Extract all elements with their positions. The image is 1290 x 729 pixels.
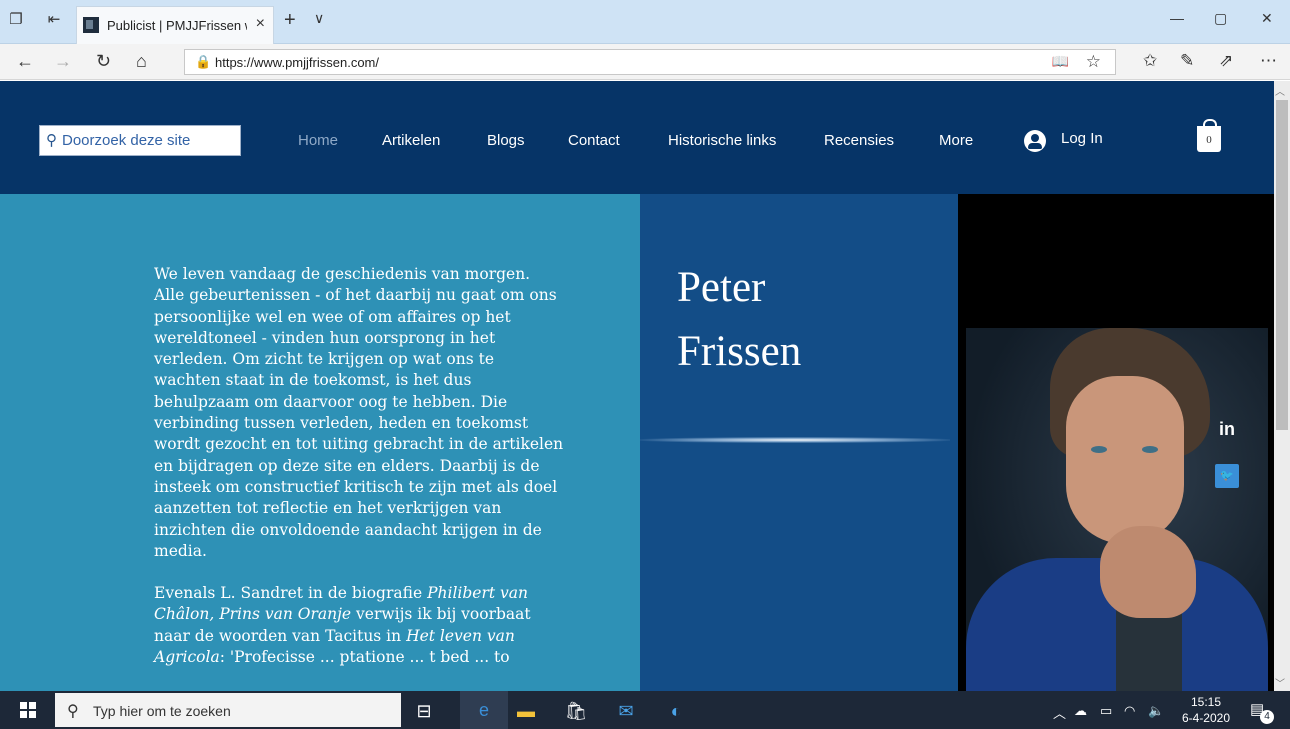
search-placeholder: Doorzoek deze site — [62, 132, 191, 149]
refresh-icon[interactable]: ↻ — [96, 51, 111, 72]
home-icon[interactable]: ⌂ — [136, 51, 147, 72]
tab-list-chevron-icon[interactable]: ∨ — [314, 10, 324, 27]
more-menu-icon[interactable]: ⋯ — [1260, 51, 1277, 71]
app-icon[interactable]: ◐ — [664, 700, 688, 722]
task-view-icon[interactable]: ⊟ — [412, 700, 436, 722]
nav-blogs[interactable]: Blogs — [487, 132, 525, 149]
pen-icon[interactable]: ✎ — [1180, 51, 1194, 71]
nav-home[interactable]: Home — [298, 132, 338, 149]
windows-taskbar: ⚲ Typ hier om te zoeken ⊟ e ▬ 🛍 ✉ ◐ ︿ ☁ … — [0, 691, 1290, 729]
nav-historische-links[interactable]: Historische links — [668, 132, 776, 149]
start-windows-icon[interactable] — [20, 702, 36, 718]
login-link[interactable]: Log In — [1061, 130, 1103, 147]
nav-recensies[interactable]: Recensies — [824, 132, 894, 149]
photo-panel: in 🐦 — [958, 194, 1274, 691]
lock-icon: 🔒 — [195, 54, 212, 69]
mail-icon[interactable]: ✉ — [614, 700, 638, 722]
tray-expand-icon[interactable]: ︿ — [1053, 703, 1066, 722]
twitter-icon[interactable]: 🐦 — [1215, 464, 1239, 488]
taskbar-search-placeholder: Typ hier om te zoeken — [93, 703, 231, 719]
site-search-input[interactable]: ⚲ Doorzoek deze site — [39, 125, 241, 156]
browser-tab-bar: ❐ ⇤ Publicist | PMJJFrissen w × + ∨ — ▢ … — [0, 0, 1290, 44]
close-window-icon[interactable]: ✕ — [1261, 10, 1273, 27]
restore-icon[interactable]: ▢ — [1214, 10, 1227, 27]
url-field[interactable]: 🔒 https://www.pmjjfrissen.com/ 📖 ☆ — [184, 49, 1116, 75]
notification-count: 4 — [1260, 710, 1274, 724]
scroll-up-icon[interactable]: ︿ — [1275, 83, 1285, 98]
taskbar-search-input[interactable]: ⚲ Typ hier om te zoeken — [55, 693, 401, 727]
edge-browser-icon[interactable]: e — [460, 691, 508, 729]
favorites-list-icon[interactable]: ✩ — [1143, 51, 1157, 71]
tab-aside-icon[interactable]: ⇤ — [44, 10, 64, 30]
volume-icon[interactable]: 🔈 — [1148, 703, 1164, 719]
favorite-star-icon[interactable]: ☆ — [1086, 52, 1101, 72]
intro-paragraph: We leven vandaag de geschiedenis van mor… — [154, 265, 564, 560]
store-icon[interactable]: 🛍 — [564, 700, 588, 722]
name-panel: Peter Frissen — [640, 194, 958, 691]
back-arrow-icon[interactable]: ← — [16, 51, 34, 72]
linkedin-icon[interactable]: in — [1215, 417, 1239, 441]
tab-title: Publicist | PMJJFrissen w — [107, 18, 247, 33]
clock[interactable]: 15:15 6-4-2020 — [1176, 694, 1236, 726]
website: ⚲ Doorzoek deze site Home Artikelen Blog… — [0, 81, 1274, 691]
author-name: Peter Frissen — [677, 264, 802, 375]
wifi-icon[interactable]: ◠ — [1124, 703, 1135, 719]
nav-artikelen[interactable]: Artikelen — [382, 132, 440, 149]
site-favicon-icon — [83, 17, 99, 33]
screen: ❐ ⇤ Publicist | PMJJFrissen w × + ∨ — ▢ … — [0, 0, 1290, 729]
divider-glow — [640, 437, 950, 443]
battery-icon[interactable]: ▭ — [1100, 703, 1112, 719]
intro-text: We leven vandaag de geschiedenis van mor… — [154, 264, 564, 689]
share-icon[interactable]: ⇗ — [1219, 51, 1233, 71]
tab-actions-icon[interactable]: ❐ — [6, 10, 26, 30]
search-icon: ⚲ — [46, 132, 57, 149]
reading-view-icon[interactable]: 📖 — [1052, 53, 1069, 70]
cart-count: 0 — [1206, 134, 1212, 146]
browser-tab[interactable]: Publicist | PMJJFrissen w × — [76, 6, 274, 44]
scroll-down-icon[interactable]: ﹀ — [1275, 675, 1285, 690]
new-tab-icon[interactable]: + — [284, 9, 296, 32]
cart-icon[interactable]: 0 — [1197, 119, 1221, 152]
nav-contact[interactable]: Contact — [568, 132, 620, 149]
file-explorer-icon[interactable]: ▬ — [514, 700, 538, 722]
site-header: ⚲ Doorzoek deze site Home Artikelen Blog… — [0, 81, 1274, 194]
minimize-icon[interactable]: — — [1170, 10, 1184, 26]
quote-paragraph: Evenals L. Sandret in de biografie Phili… — [154, 584, 531, 667]
author-photo — [966, 328, 1268, 691]
url-text: https://www.pmjjfrissen.com/ — [215, 55, 379, 70]
onedrive-icon[interactable]: ☁ — [1074, 703, 1087, 719]
scrollbar-thumb[interactable] — [1276, 100, 1288, 430]
user-avatar-icon[interactable] — [1024, 130, 1046, 152]
search-icon: ⚲ — [67, 703, 79, 720]
address-bar-row: ← → ↻ ⌂ 🔒 https://www.pmjjfrissen.com/ 📖… — [0, 44, 1290, 80]
intro-panel: We leven vandaag de geschiedenis van mor… — [0, 194, 640, 691]
forward-arrow-icon[interactable]: → — [54, 51, 72, 72]
tab-close-icon[interactable]: × — [256, 15, 265, 33]
nav-more[interactable]: More — [939, 132, 973, 149]
